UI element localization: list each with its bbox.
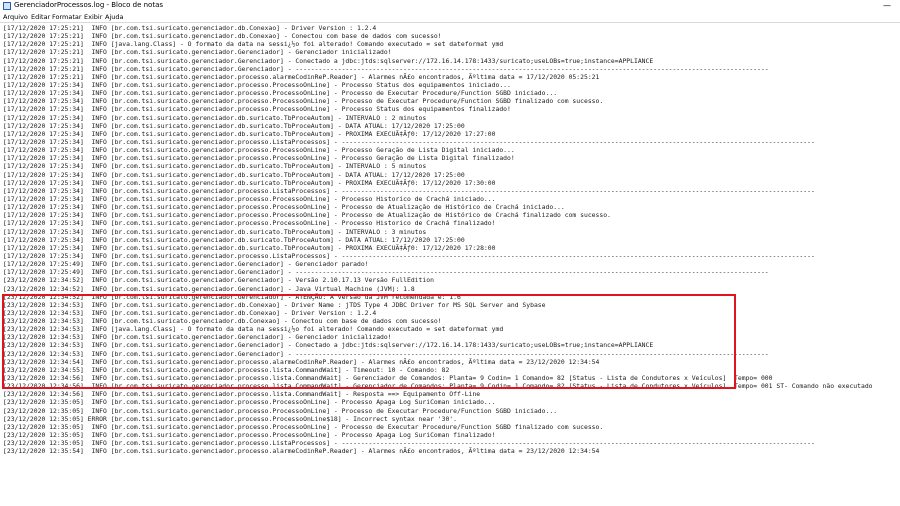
log-line: [23/12/2020 12:34:53] INFO [java.lang.Cl… <box>3 325 504 334</box>
log-line: [17/12/2020 17:25:34] INFO [br.com.tsi.s… <box>3 211 611 220</box>
log-line: [17/12/2020 17:25:34] INFO [br.com.tsi.s… <box>3 97 604 106</box>
log-line: [17/12/2020 17:25:34] INFO [br.com.tsi.s… <box>3 243 496 252</box>
log-line: [23/12/2020 12:34:56] INFO [br.com.tsi.s… <box>3 374 773 383</box>
log-line: [17/12/2020 17:25:34] INFO [br.com.tsi.s… <box>3 89 558 98</box>
log-line: [23/12/2020 12:34:53] INFO [br.com.tsi.s… <box>3 341 654 350</box>
log-line: [23/12/2020 12:34:55] INFO [br.com.tsi.s… <box>3 365 450 374</box>
log-line: [23/12/2020 12:34:52] INFO [br.com.tsi.s… <box>3 292 461 301</box>
log-line: [17/12/2020 17:25:21] INFO [java.lang.Cl… <box>3 40 504 49</box>
log-line: [17/12/2020 17:25:21] INFO [br.com.tsi.s… <box>3 32 442 41</box>
log-line: [23/12/2020 12:34:53] INFO [br.com.tsi.s… <box>3 349 769 358</box>
log-line: [23/12/2020 12:34:53] INFO [br.com.tsi.s… <box>3 308 377 317</box>
menu-bar: Arquivo Editar Formatar Exibir Ajuda <box>0 12 900 22</box>
log-line: [23/12/2020 12:34:56] INFO [br.com.tsi.s… <box>3 382 873 391</box>
log-line: [17/12/2020 17:25:34] INFO [br.com.tsi.s… <box>3 146 515 155</box>
minimize-button[interactable]: — <box>880 0 894 12</box>
log-line: [17/12/2020 17:25:34] INFO [br.com.tsi.s… <box>3 186 815 195</box>
menu-ajuda[interactable]: Ajuda <box>105 12 123 22</box>
log-line: [23/12/2020 12:35:05] INFO [br.com.tsi.s… <box>3 422 604 431</box>
log-line: [23/12/2020 12:34:53] INFO [br.com.tsi.s… <box>3 300 546 309</box>
log-line: [23/12/2020 12:34:56] INFO [br.com.tsi.s… <box>3 390 481 399</box>
log-line: [17/12/2020 17:25:21] INFO [br.com.tsi.s… <box>3 64 769 73</box>
log-content: [17/12/2020 17:25:21] INFO [br.com.tsi.s… <box>3 24 900 455</box>
menu-exibir[interactable]: Exibir <box>84 12 102 22</box>
log-line: [17/12/2020 17:25:21] INFO [br.com.tsi.s… <box>3 24 377 32</box>
log-line: [17/12/2020 17:25:34] INFO [br.com.tsi.s… <box>3 113 427 122</box>
log-line: [23/12/2020 12:34:52] INFO [br.com.tsi.s… <box>3 276 434 285</box>
window-title: GerenciadorProcessos.log - Bloco de nota… <box>14 1 164 9</box>
text-editor-area[interactable]: [17/12/2020 17:25:21] INFO [br.com.tsi.s… <box>0 22 900 506</box>
log-line: [17/12/2020 17:25:34] INFO [br.com.tsi.s… <box>3 137 815 146</box>
log-line: [17/12/2020 17:25:34] INFO [br.com.tsi.s… <box>3 154 515 163</box>
log-line: [17/12/2020 17:25:34] INFO [br.com.tsi.s… <box>3 219 496 228</box>
log-line: [23/12/2020 12:34:53] INFO [br.com.tsi.s… <box>3 333 392 342</box>
log-line: [17/12/2020 17:25:34] INFO [br.com.tsi.s… <box>3 235 465 244</box>
log-line: [17/12/2020 17:25:34] INFO [br.com.tsi.s… <box>3 129 496 138</box>
menu-formatar[interactable]: Formatar <box>52 12 82 22</box>
log-line: [17/12/2020 17:25:34] INFO [br.com.tsi.s… <box>3 227 427 236</box>
log-line: [17/12/2020 17:25:34] INFO [br.com.tsi.s… <box>3 170 465 179</box>
log-line: [23/12/2020 12:34:53] INFO [br.com.tsi.s… <box>3 317 442 326</box>
log-line: [17/12/2020 17:25:49] INFO [br.com.tsi.s… <box>3 260 369 269</box>
notepad-icon <box>3 2 11 10</box>
log-line: [23/12/2020 12:35:05] ERROR [br.com.tsi.… <box>3 414 458 423</box>
log-line: [17/12/2020 17:25:34] INFO [br.com.tsi.s… <box>3 178 496 187</box>
log-line: [23/12/2020 12:35:05] INFO [br.com.tsi.s… <box>3 431 496 440</box>
log-line: [23/12/2020 12:35:05] INFO [br.com.tsi.s… <box>3 406 558 415</box>
log-line: [17/12/2020 17:25:34] INFO [br.com.tsi.s… <box>3 162 427 171</box>
log-line: [17/12/2020 17:25:49] INFO [br.com.tsi.s… <box>3 268 769 277</box>
log-line: [17/12/2020 17:25:34] INFO [br.com.tsi.s… <box>3 251 815 260</box>
log-line: [17/12/2020 17:25:34] INFO [br.com.tsi.s… <box>3 121 465 130</box>
log-line: [17/12/2020 17:25:34] INFO [br.com.tsi.s… <box>3 194 496 203</box>
log-line: [17/12/2020 17:25:21] INFO [br.com.tsi.s… <box>3 72 600 81</box>
menu-editar[interactable]: Editar <box>31 12 50 22</box>
log-line: [17/12/2020 17:25:34] INFO [br.com.tsi.s… <box>3 80 511 89</box>
log-line: [23/12/2020 12:34:52] INFO [br.com.tsi.s… <box>3 284 415 293</box>
log-line: [17/12/2020 17:25:21] INFO [br.com.tsi.s… <box>3 48 392 57</box>
log-line: [17/12/2020 17:25:34] INFO [br.com.tsi.s… <box>3 203 565 212</box>
log-line: [23/12/2020 12:35:05] INFO [br.com.tsi.s… <box>3 439 815 448</box>
log-line: [23/12/2020 12:34:54] INFO [br.com.tsi.s… <box>3 357 600 366</box>
log-line: [23/12/2020 12:35:05] INFO [br.com.tsi.s… <box>3 398 496 407</box>
log-line: [23/12/2020 12:35:54] INFO [br.com.tsi.s… <box>3 447 600 456</box>
log-line: [17/12/2020 17:25:34] INFO [br.com.tsi.s… <box>3 105 511 114</box>
title-bar: GerenciadorProcessos.log - Bloco de nota… <box>0 0 900 12</box>
log-line: [17/12/2020 17:25:21] INFO [br.com.tsi.s… <box>3 56 654 65</box>
menu-arquivo[interactable]: Arquivo <box>3 12 28 22</box>
